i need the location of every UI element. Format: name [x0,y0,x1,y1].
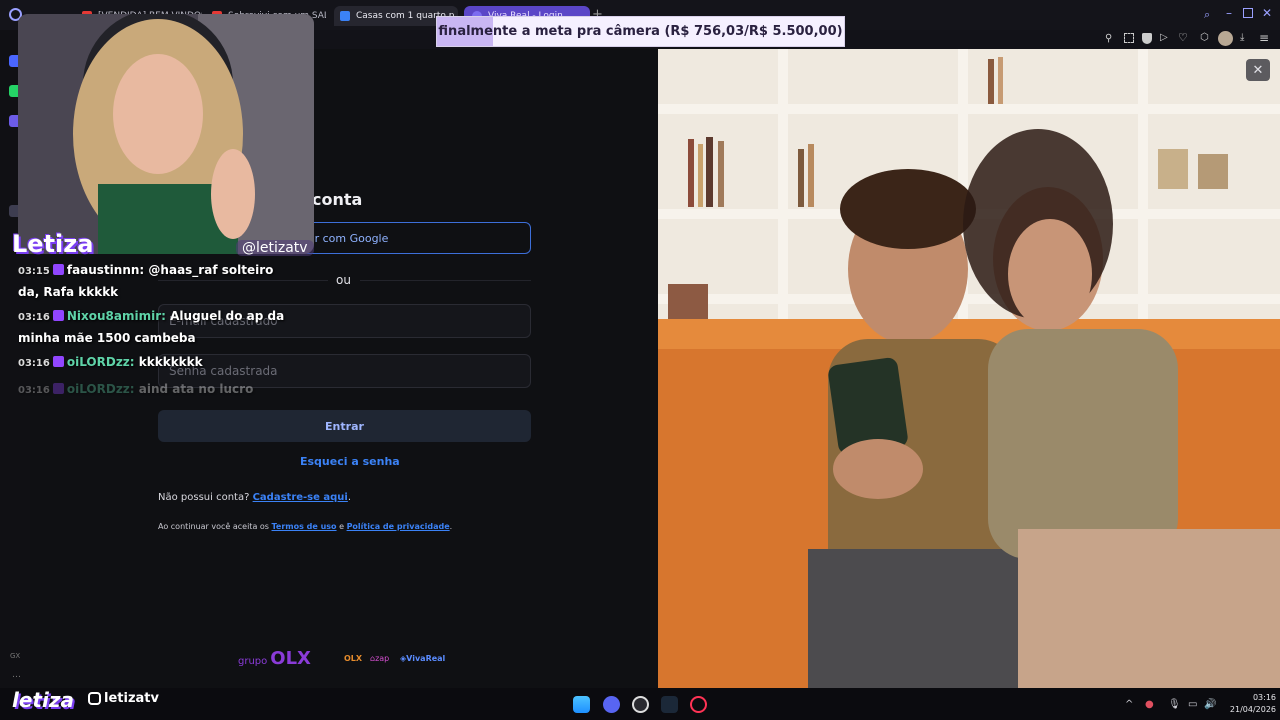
menu-icon[interactable]: ≡ [1259,31,1269,45]
instagram-handle: letizatv [88,691,159,706]
close-icon: ✕ [1252,62,1264,78]
more-icon[interactable]: … [12,670,21,680]
chat-message: 03:16 oiLORDzz: kkkkkkkk [18,355,203,369]
olx-logo: OLX [344,654,363,663]
hero-photo: ✕ [658,49,1280,688]
streamer-name: Letiza [12,230,94,258]
close-photo-button[interactable]: ✕ [1246,59,1270,81]
twitch-icon [52,310,64,321]
tray-chevron-icon[interactable]: ^ [1125,699,1133,710]
grupo-olx-logo: grupo OLX [238,648,311,669]
shield-icon[interactable] [1142,33,1152,44]
privacy-link[interactable]: Política de privacidade [347,522,450,531]
login-title: conta [312,190,363,209]
webcam-feed [18,14,314,254]
divider-right [360,280,531,281]
terms-link[interactable]: Termos de uso [272,522,337,531]
streamer-handle: @letizatv [236,240,314,256]
twitch-icon [52,264,64,275]
streamer-camera-image [18,14,314,254]
vivareal-logo: ◈VivaReal [400,654,446,663]
maximize-icon[interactable] [1243,8,1253,18]
forgot-password-link[interactable]: Esqueci a senha [300,455,400,468]
chat-message: 03:16 Nixou8amimir: Aluguel do ap da minh… [18,309,285,345]
obs-icon[interactable] [632,696,649,713]
signup-link[interactable]: Cadastre-se aqui [253,492,348,503]
stream-goal-bar: finalmente a meta pra câmera (R$ 756,03/… [436,16,845,47]
download-icon[interactable]: ⤓ [1240,32,1244,43]
page-icon [340,11,350,21]
gx-label: GX [10,652,21,660]
extensions-icon[interactable]: ⬡ [1200,32,1209,43]
play-icon[interactable]: ▷ [1160,32,1168,43]
discord-icon[interactable] [603,696,620,713]
submit-button[interactable]: Entrar [158,410,531,442]
minimize-icon[interactable]: – [1226,6,1232,20]
chat-message: 03:15 faaustinnn: @haas_raf solteiro da, … [18,263,274,299]
tray-app-icon[interactable]: ● [1145,699,1154,710]
pin-icon[interactable]: ⚲ [1105,33,1112,44]
profile-avatar[interactable] [1218,31,1233,46]
signup-text: Não possui conta? Cadastre-se aqui. [158,492,352,503]
chat-message: 03:16 oiLORDzz: aind ata no lucro [18,382,254,396]
zap-logo: ⌂zap [370,654,390,663]
terms-text: Ao continuar você aceita os Termos de us… [158,522,453,531]
twitch-icon [52,383,64,394]
clock[interactable]: 03:16 21/04/2026 [1226,692,1276,716]
twitch-icon [52,356,64,367]
close-window-icon[interactable]: ✕ [1262,6,1272,20]
opera-gx-icon[interactable] [690,696,707,713]
search-tabs-icon[interactable]: ⌕ [1204,8,1210,22]
mic-icon[interactable]: 🎙 [1168,699,1181,710]
instagram-icon [88,692,101,705]
heart-icon[interactable]: ♡ [1178,31,1188,44]
divider-text: ou [336,273,351,287]
volume-icon[interactable]: 🔊 [1204,699,1216,710]
stream-footer-logo: letiza [12,688,74,712]
screenshot-icon[interactable] [1124,33,1134,43]
windows-start-icon[interactable] [573,696,590,713]
couple-with-phone-image [658,49,1280,688]
steam-icon[interactable] [661,696,678,713]
network-icon[interactable]: ▭ [1188,699,1197,710]
